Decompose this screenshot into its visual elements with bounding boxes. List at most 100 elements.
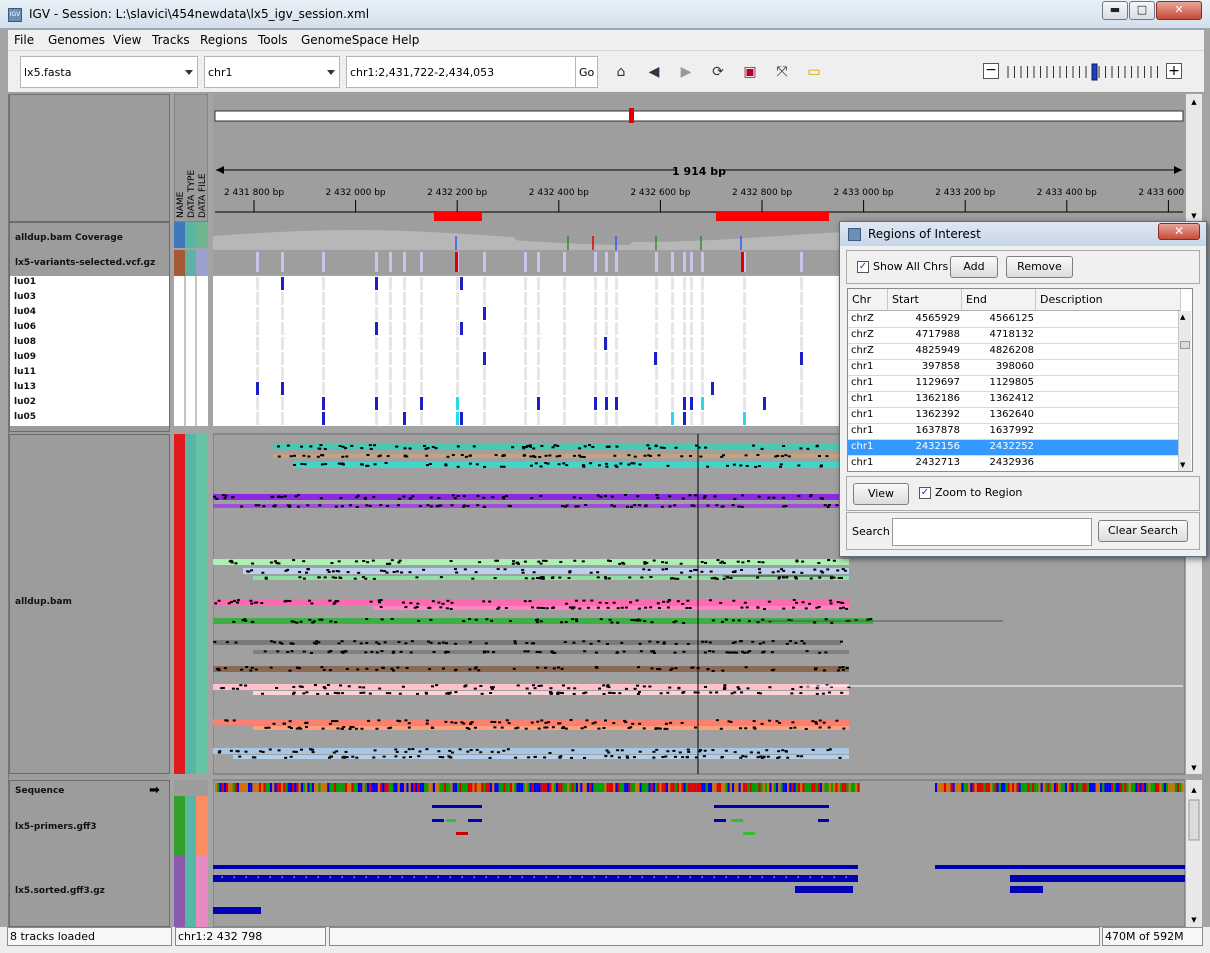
genotype-cell[interactable] [456, 277, 459, 290]
genotype-cell[interactable] [483, 322, 486, 335]
gene-feature[interactable] [1010, 886, 1043, 893]
roi-row[interactable]: chr1 2432156 2432252 [848, 440, 1181, 456]
genotype-cell[interactable] [483, 367, 486, 380]
genotype-cell[interactable] [322, 337, 325, 350]
genotype-cell[interactable] [800, 337, 803, 350]
genotype-cell[interactable] [594, 322, 597, 335]
genotype-cell[interactable] [281, 337, 284, 350]
genotype-cell[interactable] [690, 337, 693, 350]
genotype-call[interactable] [281, 382, 284, 395]
genotype-cell[interactable] [690, 382, 693, 395]
genotype-cell[interactable] [800, 382, 803, 395]
genotype-cell[interactable] [420, 382, 423, 395]
variant-site[interactable] [605, 252, 608, 272]
primer-feature[interactable] [446, 819, 456, 822]
genotype-cell[interactable] [483, 397, 486, 410]
variant-site[interactable] [322, 252, 325, 272]
genotype-cell[interactable] [375, 292, 378, 305]
genotype-cell[interactable] [605, 307, 608, 320]
genotype-cell[interactable] [563, 412, 566, 425]
genotype-cell[interactable] [655, 322, 658, 335]
genotype-cell[interactable] [456, 322, 459, 335]
genotype-cell[interactable] [322, 367, 325, 380]
roi-marker-2[interactable] [716, 212, 829, 221]
attr-header-data-type[interactable]: DATA TYPE [187, 170, 197, 218]
genotype-cell[interactable] [615, 382, 618, 395]
genotype-call[interactable] [322, 412, 325, 425]
genotype-cell[interactable] [375, 367, 378, 380]
genotype-cell[interactable] [655, 397, 658, 410]
genotype-cell[interactable] [403, 367, 406, 380]
genotype-cell[interactable] [655, 337, 658, 350]
genotype-cell[interactable] [537, 412, 540, 425]
genotype-cell[interactable] [389, 382, 392, 395]
resize-to-window-icon[interactable]: ⤧ [772, 62, 792, 82]
variant-site[interactable] [375, 252, 378, 272]
scroll-down-icon[interactable]: ▼ [1180, 461, 1185, 469]
genotype-cell[interactable] [389, 307, 392, 320]
genome-dropdown[interactable]: lx5.fasta [20, 56, 198, 88]
genotype-call[interactable] [690, 397, 693, 410]
genotype-cell[interactable] [690, 292, 693, 305]
genotype-cell[interactable] [690, 367, 693, 380]
variant-site[interactable] [690, 252, 693, 272]
roi-row[interactable]: chr1 2432713 2432936 [848, 456, 1181, 471]
close-button[interactable]: ✕ [1156, 1, 1202, 20]
genotype-cell[interactable] [456, 337, 459, 350]
genotype-cell[interactable] [524, 307, 527, 320]
track-name-variants[interactable]: lx5-variants-selected.vcf.gz [15, 258, 155, 268]
genotype-cell[interactable] [563, 352, 566, 365]
genotype-cell[interactable] [655, 382, 658, 395]
sequence-track[interactable] [215, 783, 1184, 792]
genotype-cell[interactable] [605, 382, 608, 395]
gene-feature[interactable] [213, 907, 261, 914]
genotype-cell[interactable] [605, 367, 608, 380]
roi-row[interactable]: chr1 1637878 1637992 [848, 424, 1181, 440]
genotype-cell[interactable] [671, 292, 674, 305]
refresh-icon[interactable]: ⟳ [708, 62, 728, 82]
genotype-cell[interactable] [524, 337, 527, 350]
clear-search-button[interactable]: Clear Search [1098, 520, 1188, 542]
genotype-call[interactable] [594, 397, 597, 410]
genotype-cell[interactable] [690, 277, 693, 290]
genotype-cell[interactable] [456, 367, 459, 380]
genotype-cell[interactable] [800, 307, 803, 320]
genotype-cell[interactable] [615, 337, 618, 350]
genotype-cell[interactable] [800, 412, 803, 425]
genotype-cell[interactable] [594, 352, 597, 365]
remove-button[interactable]: Remove [1006, 256, 1073, 278]
genotype-cell[interactable] [389, 397, 392, 410]
genotype-call[interactable] [322, 397, 325, 410]
genotype-cell[interactable] [605, 322, 608, 335]
variant-site[interactable] [671, 252, 674, 272]
genotype-cell[interactable] [403, 307, 406, 320]
scroll-thumb[interactable] [1180, 341, 1190, 349]
genotype-cell[interactable] [743, 352, 746, 365]
genotype-cell[interactable] [420, 367, 423, 380]
genotype-cell[interactable] [537, 337, 540, 350]
genotype-cell[interactable] [375, 307, 378, 320]
genotype-call[interactable] [460, 322, 463, 335]
genotype-cell[interactable] [483, 412, 486, 425]
genotype-cell[interactable] [524, 277, 527, 290]
sample-name-lu06[interactable]: lu06 [14, 322, 36, 332]
read-band[interactable] [213, 748, 849, 754]
gene-feature[interactable] [935, 865, 1185, 869]
genotype-cell[interactable] [256, 352, 259, 365]
genotype-call[interactable] [483, 307, 486, 320]
genotype-cell[interactable] [322, 307, 325, 320]
back-icon[interactable]: ◀ [644, 62, 664, 82]
genotype-cell[interactable] [537, 382, 540, 395]
genotype-cell[interactable] [671, 322, 674, 335]
genotype-cell[interactable] [743, 367, 746, 380]
genotype-call[interactable] [460, 412, 463, 425]
zoom-slider-thumb[interactable] [1091, 63, 1098, 81]
genotype-cell[interactable] [281, 292, 284, 305]
genotype-cell[interactable] [389, 277, 392, 290]
zoom-to-region-checkbox[interactable]: ✓ [919, 487, 931, 499]
genotype-call[interactable] [537, 397, 540, 410]
genotype-cell[interactable] [403, 277, 406, 290]
genotype-cell[interactable] [743, 322, 746, 335]
genotype-cell[interactable] [701, 307, 704, 320]
variant-site[interactable] [800, 252, 803, 272]
